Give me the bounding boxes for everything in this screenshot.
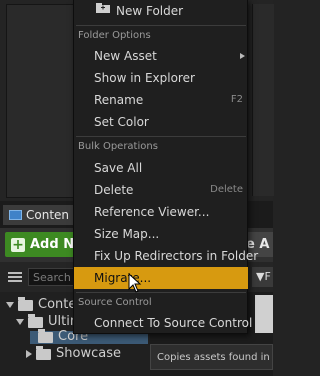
plus-icon: + [11,236,25,253]
add-new-button[interactable]: + Add N [5,232,83,257]
menu-item-delete[interactable]: Delete Delete [74,179,248,201]
menu-item-migrate[interactable]: Migrate... [74,267,248,289]
menu-item-label: New Asset [94,49,157,63]
tree-item-content[interactable]: Conte [6,296,76,314]
menu-item-label: Delete [94,183,134,197]
section-folder-options: Folder Options [78,30,151,41]
menu-item-rename[interactable]: Rename F2 [74,89,248,111]
menu-item-save-all[interactable]: Save All [74,157,248,179]
menu-item-reference-viewer[interactable]: Reference Viewer... [74,201,248,223]
menu-item-label: Show in Explorer [94,71,195,85]
tree-item-showcase[interactable]: Showcase [26,345,121,363]
menu-item-label: Fix Up Redirectors in Folder [94,249,259,263]
expand-arrow-icon [6,302,14,308]
menu-item-new-folder[interactable]: New Folder [74,0,248,22]
add-new-label: Add N [30,237,75,252]
menu-item-fix-up-redirectors[interactable]: Fix Up Redirectors in Folder [74,245,258,267]
filters-label: F [264,270,271,283]
tooltip: Copies assets found in [150,344,273,370]
folder-icon [38,328,53,343]
filters-button[interactable]: ▼F [252,267,273,287]
tab-content-browser[interactable]: Conten [3,205,76,225]
asset-thumbnail[interactable] [255,295,273,333]
menu-separator [76,25,246,26]
menu-item-label: Rename [94,93,144,107]
menu-separator [76,292,246,293]
new-folder-icon [96,3,110,13]
menu-item-size-map[interactable]: Size Map... [74,223,248,245]
folder-icon [36,345,51,360]
left-panel [6,4,74,198]
menu-item-set-color[interactable]: Set Color [74,111,248,133]
menu-item-new-asset[interactable]: New Asset [74,45,248,67]
folder-icon [18,296,33,311]
menu-separator [76,136,246,137]
search-placeholder: Search [33,271,71,284]
menu-item-show-in-explorer[interactable]: Show in Explorer [74,67,248,89]
menu-item-label: Save All [94,161,143,175]
tree-item-label: Showcase [56,346,121,361]
menu-item-label: Reference Viewer... [94,205,210,219]
tab-label: Conten [26,208,70,222]
collapse-arrow-icon [26,350,32,358]
context-menu: New Folder Folder Options New Asset Show… [73,0,258,334]
menu-item-label: Set Color [94,115,149,129]
content-browser-icon [9,210,22,220]
folder-icon [28,313,43,328]
menu-item-label: Size Map... [94,227,160,241]
menu-item-label: Connect To Source Control [94,316,253,330]
submenu-arrow-icon [240,53,245,59]
right-panel [252,4,274,196]
tree-item-label: Conte [38,297,77,312]
menu-item-label: Migrate... [94,271,152,285]
shortcut-label: F2 [230,94,243,105]
shortcut-label: Delete [210,184,243,195]
section-source-control: Source Control [78,297,152,308]
section-bulk-operations: Bulk Operations [78,141,158,152]
mouse-cursor-icon [128,273,142,293]
list-icon[interactable] [8,270,22,284]
menu-item-connect-source-control[interactable]: Connect To Source Control [74,312,252,334]
tooltip-text: Copies assets found in [157,352,270,363]
expand-arrow-icon [16,319,24,325]
